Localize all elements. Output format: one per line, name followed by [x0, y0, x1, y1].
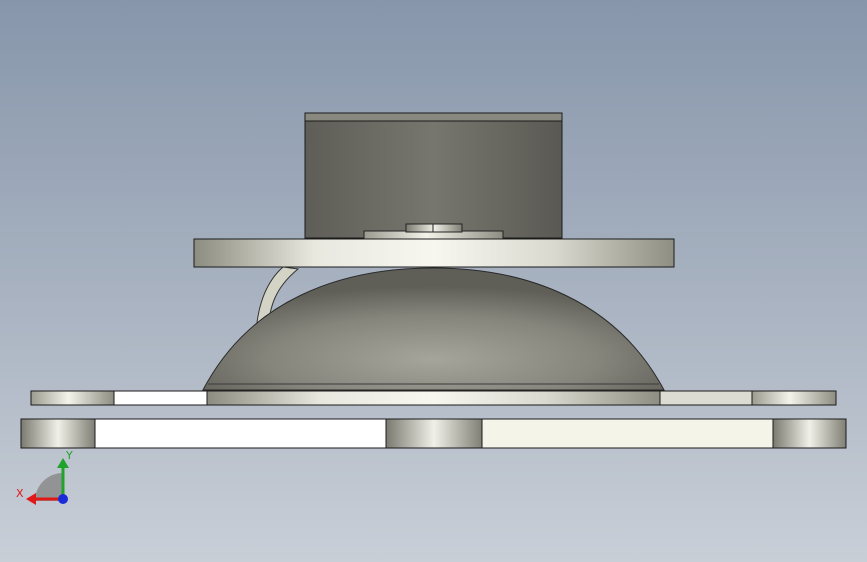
- middle-flange[interactable]: [30, 390, 837, 406]
- top-housing-block[interactable]: [304, 112, 563, 239]
- x-axis-arrowhead: [26, 493, 36, 505]
- base-plate[interactable]: [20, 418, 847, 449]
- x-axis-label: X: [16, 487, 24, 500]
- view-orientation-triad-icon[interactable]: X Y: [16, 449, 73, 505]
- cad-model-scene[interactable]: X Y: [0, 0, 867, 562]
- z-axis-dot: [58, 494, 68, 504]
- y-axis-label: Y: [65, 449, 73, 462]
- cad-viewport[interactable]: X Y: [0, 0, 867, 562]
- upper-mounting-plate[interactable]: [193, 238, 675, 268]
